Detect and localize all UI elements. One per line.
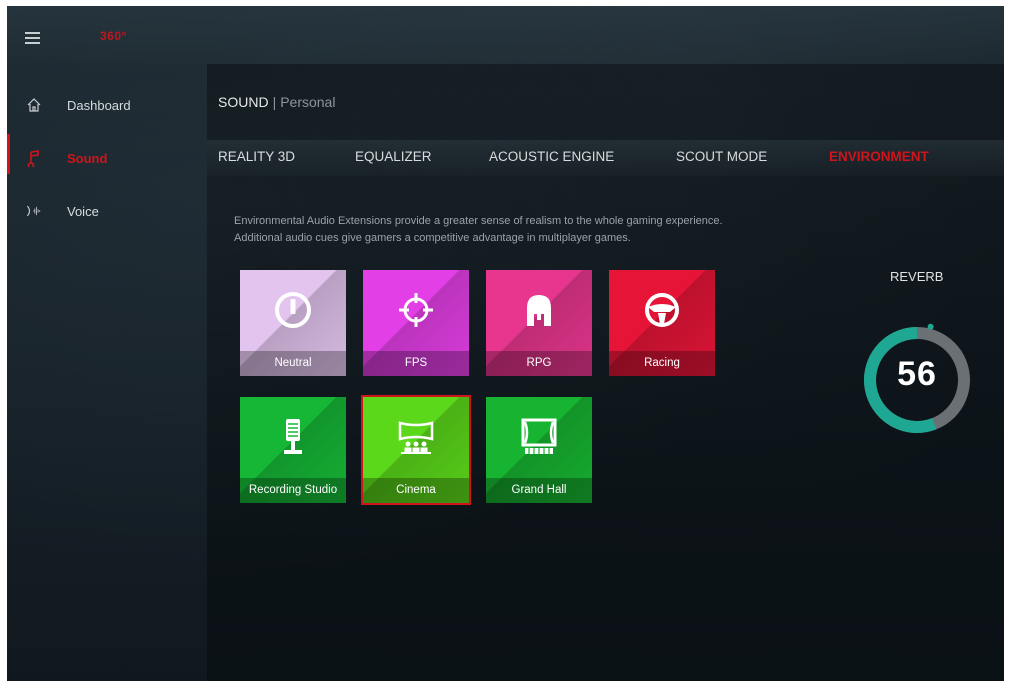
description-line: Environmental Audio Extensions provide a… [234,215,723,227]
helmet-icon [527,295,551,326]
tile-racing[interactable]: Racing [609,270,715,376]
reverb-label: REVERB [890,269,944,284]
main-panel: SOUND | Personal REALITY 3D EQUALIZER ACOU… [207,64,1004,681]
sidebar-item-dashboard[interactable]: Dashboard [7,88,207,122]
cinema-icon [398,421,434,454]
tile-fps[interactable]: FPS [363,270,469,376]
sidebar-item-label: Sound [67,150,108,166]
app-window: 360° Dashboard Sound Voice SOUND | Persona… [7,6,1004,681]
crosshair-icon [399,293,433,327]
tab-environment[interactable]: ENVIRONMENT [829,149,929,164]
top-bar: 360° [7,6,1004,64]
home-icon [25,96,43,114]
tab-scout-mode[interactable]: SCOUT MODE [676,149,767,164]
description-line: Additional audio cues give gamers a comp… [234,232,631,244]
tile-cinema[interactable]: Cinema [361,395,471,505]
voice-icon [25,202,43,220]
reverb-value: 56 [897,355,937,393]
sound-icon [25,149,43,167]
brand-logo: 360° [100,29,127,43]
steering-wheel-icon [645,293,679,327]
tile-label: Grand Hall [486,478,592,503]
tile-label: Racing [609,351,715,376]
tile-neutral[interactable]: Neutral [240,270,346,376]
tile-grand-hall[interactable]: Grand Hall [486,397,592,503]
breadcrumb-separator: | [272,94,277,110]
sidebar-item-sound[interactable]: Sound [7,141,207,175]
environment-description: Environmental Audio Extensions provide a… [234,213,814,247]
menu-icon[interactable] [25,32,40,44]
sidebar-item-label: Voice [67,203,99,219]
power-icon [275,292,311,328]
tab-equalizer[interactable]: EQUALIZER [355,149,432,164]
tile-rpg[interactable]: RPG [486,270,592,376]
sidebar: Dashboard Sound Voice [7,64,207,681]
tile-recording-studio[interactable]: Recording Studio [240,397,346,503]
reverb-knob[interactable] [927,323,934,330]
sidebar-item-label: Dashboard [67,97,131,113]
tile-label: Cinema [363,478,469,503]
tile-label: Recording Studio [240,478,346,503]
stage-icon [521,418,557,454]
tab-acoustic-engine[interactable]: ACOUSTIC ENGINE [489,149,614,164]
tile-label: Neutral [240,351,346,376]
microphone-icon [284,419,302,454]
breadcrumb: SOUND | Personal [218,94,335,110]
page-title: SOUND [218,94,269,110]
sidebar-item-voice[interactable]: Voice [7,194,207,228]
tile-label: FPS [363,351,469,376]
tab-reality-3d[interactable]: REALITY 3D [218,149,295,164]
profile-name[interactable]: Personal [280,94,335,110]
tile-label: RPG [486,351,592,376]
tab-bar: REALITY 3D EQUALIZER ACOUSTIC ENGINE SCO… [207,140,1004,176]
